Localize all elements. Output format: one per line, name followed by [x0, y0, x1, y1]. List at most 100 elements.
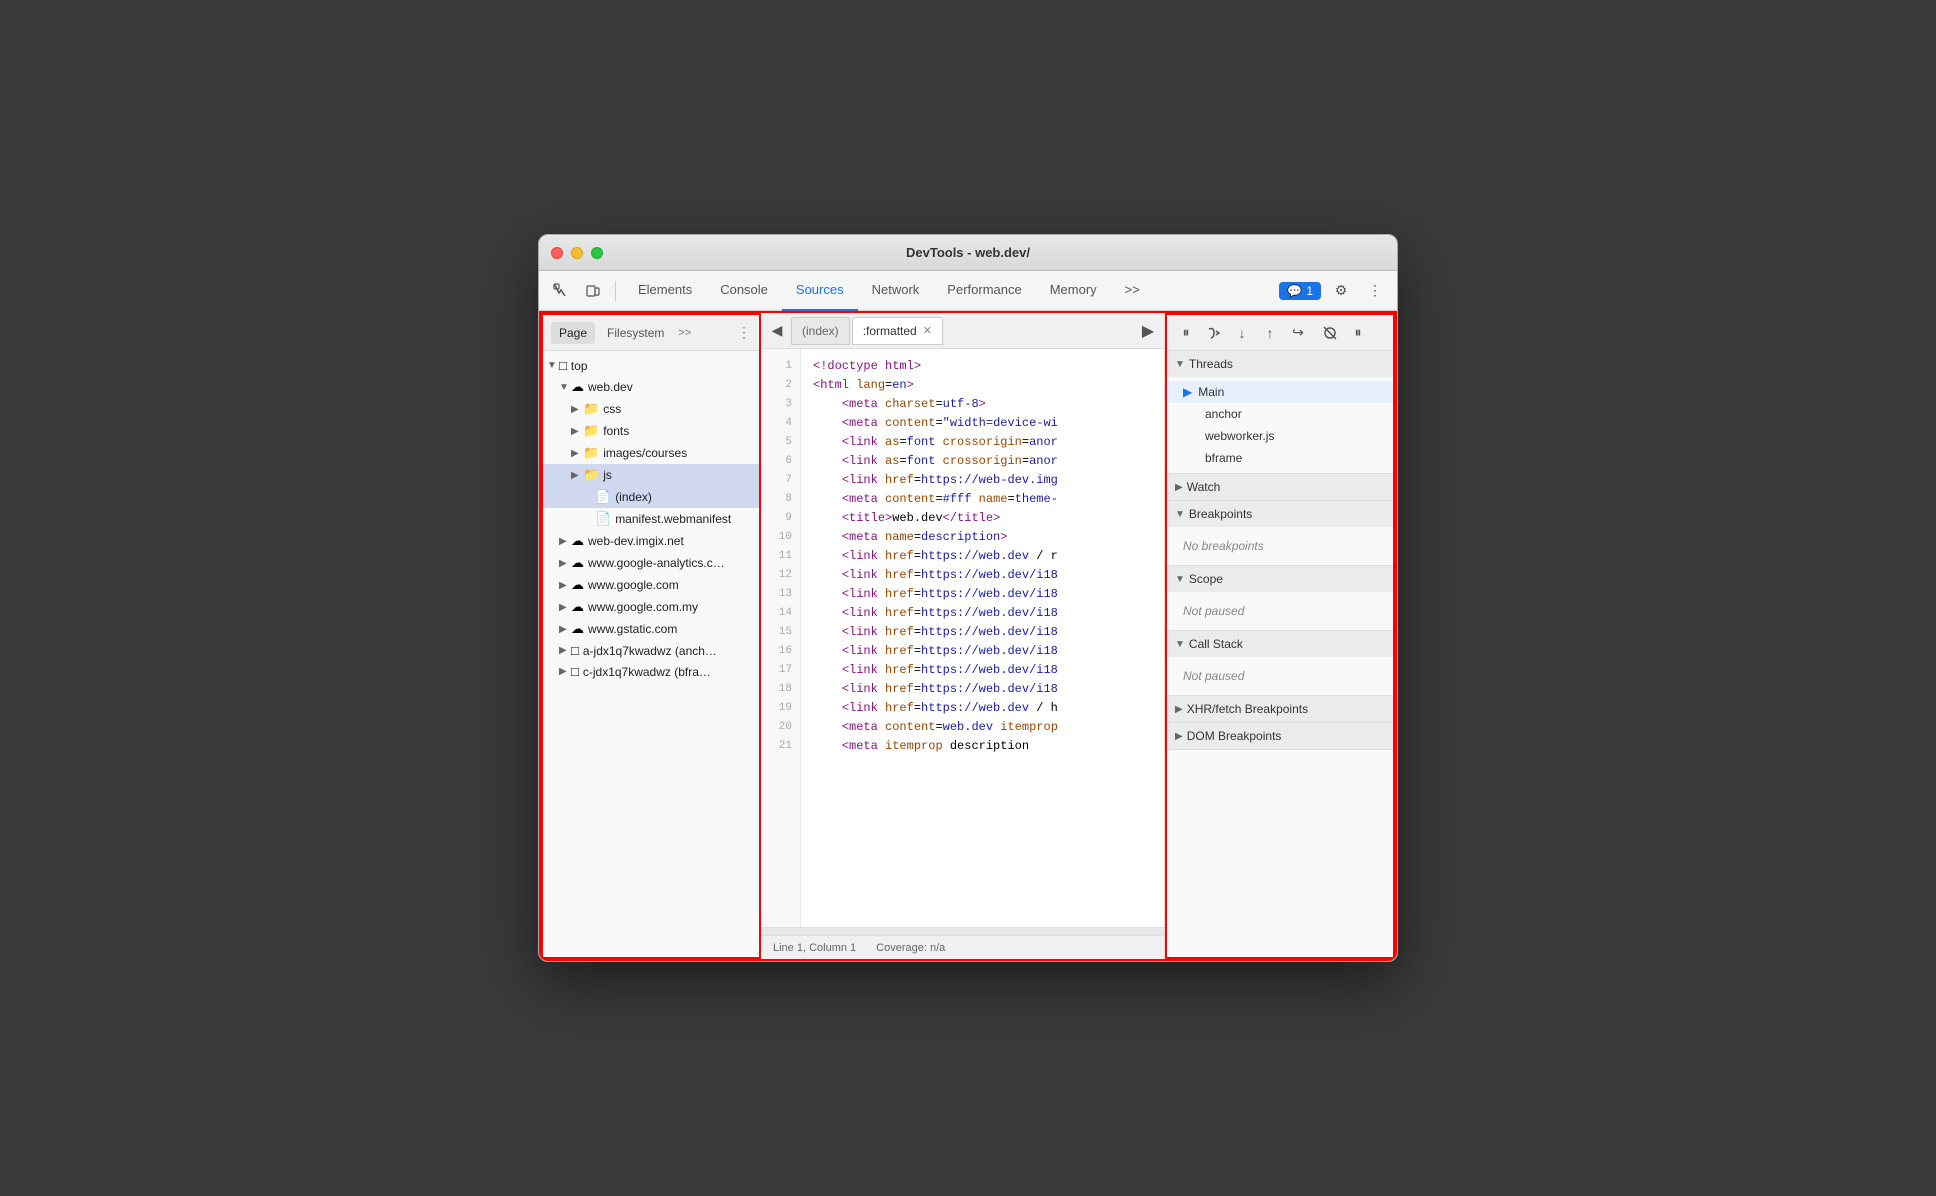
pause-resume-button[interactable]: ⏸: [1173, 320, 1199, 346]
watch-label: Watch: [1187, 480, 1221, 494]
step-out-button[interactable]: ↑: [1257, 320, 1283, 346]
breakpoints-empty: No breakpoints: [1167, 531, 1393, 561]
tree-arrow-anchor-frame: ▶: [559, 645, 571, 656]
tree-arrow-images: ▶: [571, 448, 583, 459]
tree-item-fonts[interactable]: ▶ 📁 fonts: [543, 420, 759, 442]
tab-bar: Elements Console Sources Network Perform…: [624, 271, 1275, 311]
minimize-button[interactable]: [571, 247, 583, 259]
tree-arrow-fonts: ▶: [571, 426, 583, 437]
tab-filesystem[interactable]: Filesystem: [599, 322, 672, 344]
line-numbers: 12345 678910 1112131415 1617181920 21: [761, 349, 801, 927]
more-tabs-icon[interactable]: >>: [678, 327, 691, 339]
code-line-7: <link href=https://web-dev.img: [813, 471, 1152, 490]
right-panel: ⏸ ↓ ↑ ↪ ⏸: [1165, 313, 1395, 959]
tree-item-manifest[interactable]: 📄 manifest.webmanifest: [543, 508, 759, 530]
tree-item-css[interactable]: ▶ 📁 css: [543, 398, 759, 420]
tab-console[interactable]: Console: [706, 271, 782, 311]
tree-item-js[interactable]: ▶ 📁 js: [543, 464, 759, 486]
step-over-button[interactable]: [1201, 320, 1227, 346]
dom-header[interactable]: ▶ DOM Breakpoints: [1167, 723, 1393, 749]
code-area: 12345 678910 1112131415 1617181920 21 <!…: [761, 349, 1164, 927]
code-line-8: <meta content=#fff name=theme-: [813, 490, 1152, 509]
tree-label-anchor-frame: a-jdx1q7kwadwz (anch…: [583, 644, 717, 658]
tree-item-anchor-frame[interactable]: ▶ □ a-jdx1q7kwadwz (anch…: [543, 640, 759, 661]
left-panel: Page Filesystem >> ⋮ ▼ □ top ▼ ☁: [541, 313, 761, 959]
xhr-label: XHR/fetch Breakpoints: [1187, 702, 1308, 716]
thread-item-bframe[interactable]: bframe: [1167, 447, 1393, 469]
tab-more[interactable]: >>: [1111, 271, 1154, 311]
threads-arrow-icon: ▼: [1175, 359, 1185, 370]
watch-header[interactable]: ▶ Watch: [1167, 474, 1393, 500]
code-line-9: <title>web.dev</title>: [813, 509, 1152, 528]
tree-item-imgix[interactable]: ▶ ☁ web-dev.imgix.net: [543, 530, 759, 552]
tab-network[interactable]: Network: [858, 271, 934, 311]
tree-item-index[interactable]: 📄 (index): [543, 486, 759, 508]
tree-arrow-gstatic: ▶: [559, 624, 571, 635]
tree-item-gstatic[interactable]: ▶ ☁ www.gstatic.com: [543, 618, 759, 640]
tab-sources[interactable]: Sources: [782, 271, 858, 311]
frame-icon-anchor: □: [571, 643, 579, 658]
thread-item-main[interactable]: ▶ Main: [1167, 381, 1393, 403]
tab-page[interactable]: Page: [551, 322, 595, 344]
code-line-6: <link as=font crossorigin=anor: [813, 452, 1152, 471]
tree-item-top[interactable]: ▼ □ top: [543, 355, 759, 376]
tree-arrow-google-my: ▶: [559, 602, 571, 613]
tab-performance[interactable]: Performance: [933, 271, 1035, 311]
comment-badge[interactable]: 💬 1: [1279, 282, 1321, 300]
titlebar: DevTools - web.dev/: [539, 235, 1397, 271]
tab-elements[interactable]: Elements: [624, 271, 706, 311]
xhr-arrow-icon: ▶: [1175, 704, 1183, 715]
tree-arrow-webdev: ▼: [559, 382, 571, 393]
callstack-arrow-icon: ▼: [1175, 639, 1185, 650]
device-icon[interactable]: [579, 277, 607, 305]
scope-label: Scope: [1189, 572, 1223, 586]
editor-tab-close-icon[interactable]: ✕: [923, 324, 932, 337]
step-into-button[interactable]: ↓: [1229, 320, 1255, 346]
folder-icon-css: 📁: [583, 401, 599, 417]
page-icon: □: [559, 358, 567, 373]
tree-item-google-my[interactable]: ▶ ☁ www.google.com.my: [543, 596, 759, 618]
code-line-17: <link href=https://web.dev/i18: [813, 661, 1152, 680]
window-title: DevTools - web.dev/: [906, 245, 1030, 260]
tree-item-images[interactable]: ▶ 📁 images/courses: [543, 442, 759, 464]
tree-arrow-top: ▼: [547, 360, 559, 371]
xhr-header[interactable]: ▶ XHR/fetch Breakpoints: [1167, 696, 1393, 722]
close-button[interactable]: [551, 247, 563, 259]
scope-header[interactable]: ▼ Scope: [1167, 566, 1393, 592]
traffic-lights: [551, 247, 603, 259]
scope-section: ▼ Scope Not paused: [1167, 566, 1393, 631]
callstack-content: Not paused: [1167, 657, 1393, 695]
dont-pause-button[interactable]: ⏸: [1345, 320, 1371, 346]
settings-icon[interactable]: ⚙: [1327, 277, 1355, 305]
threads-header[interactable]: ▼ Threads: [1167, 351, 1393, 377]
tree-label-css: css: [603, 402, 621, 416]
horizontal-scrollbar[interactable]: [761, 927, 1164, 935]
tree-item-analytics[interactable]: ▶ ☁ www.google-analytics.c…: [543, 552, 759, 574]
breakpoints-header[interactable]: ▼ Breakpoints: [1167, 501, 1393, 527]
editor-tab-index[interactable]: (index): [791, 317, 850, 345]
tab-memory[interactable]: Memory: [1036, 271, 1111, 311]
step-button[interactable]: ↪: [1285, 320, 1311, 346]
code-line-2: <html lang=en>: [813, 376, 1152, 395]
more-options-icon[interactable]: ⋮: [1361, 277, 1389, 305]
thread-item-webworker[interactable]: webworker.js: [1167, 425, 1393, 447]
tree-item-bframe[interactable]: ▶ □ c-jdx1q7kwadwz (bfra…: [543, 661, 759, 682]
code-line-10: <meta name=description>: [813, 528, 1152, 547]
thread-item-anchor[interactable]: anchor: [1167, 403, 1393, 425]
deactivate-button[interactable]: [1317, 320, 1343, 346]
editor-tab-formatted-label: :formatted: [863, 324, 917, 338]
tree-item-google[interactable]: ▶ ☁ www.google.com: [543, 574, 759, 596]
editor-tab-formatted[interactable]: :formatted ✕: [852, 317, 943, 345]
editor-back-icon[interactable]: ◀: [765, 319, 789, 343]
callstack-header[interactable]: ▼ Call Stack: [1167, 631, 1393, 657]
panel-menu-icon[interactable]: ⋮: [737, 324, 751, 341]
tree-item-webdev[interactable]: ▼ ☁ web.dev: [543, 376, 759, 398]
tree-label-index: (index): [615, 490, 652, 504]
cloud-icon-imgix: ☁: [571, 533, 584, 549]
main-content: Page Filesystem >> ⋮ ▼ □ top ▼ ☁: [539, 311, 1397, 961]
inspect-icon[interactable]: [547, 277, 575, 305]
file-icon-manifest: 📄: [595, 511, 611, 527]
main-toolbar: Elements Console Sources Network Perform…: [539, 271, 1397, 311]
maximize-button[interactable]: [591, 247, 603, 259]
editor-forward-icon[interactable]: ▶: [1136, 319, 1160, 343]
